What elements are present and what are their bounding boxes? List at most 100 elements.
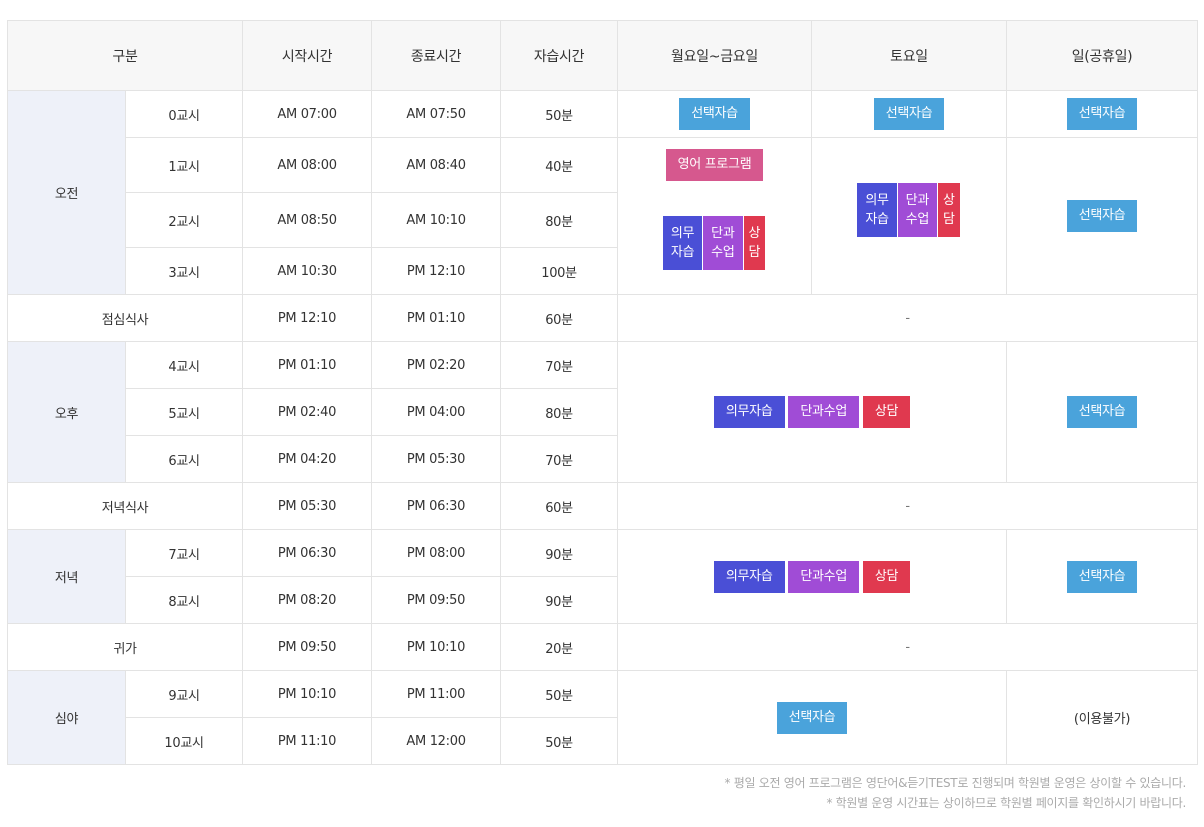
period-cell: 9교시 <box>124 670 244 718</box>
start-cell: PM 09:50 <box>242 623 373 671</box>
period-cell: 7교시 <box>124 529 244 577</box>
period-cell: 3교시 <box>124 247 244 295</box>
study-cell: 80분 <box>500 192 619 248</box>
end-cell: AM 10:10 <box>371 192 502 248</box>
end-cell: AM 07:50 <box>371 90 502 138</box>
mandatory-study-badge: 의무자습 <box>713 560 785 593</box>
end-cell: PM 12:10 <box>371 247 502 295</box>
header-start-time: 시작시간 <box>242 20 373 91</box>
consult-badge: 상담 <box>862 396 911 428</box>
end-cell: PM 08:00 <box>371 529 502 577</box>
start-cell: PM 01:10 <box>242 341 373 389</box>
mandatory-study-badge: 의무 자습 <box>662 216 703 271</box>
weekday-cell: 의무 자습단과 수업상 담 <box>617 192 813 295</box>
table-row: 저녁식사 PM 05:30 PM 06:30 60분 - <box>6 482 1199 530</box>
end-cell: PM 09:50 <box>371 576 502 624</box>
start-cell: AM 07:00 <box>242 90 373 138</box>
consult-badge: 상 담 <box>743 216 766 271</box>
weekday-program-stack: 의무 자습단과 수업상 담 <box>662 216 766 271</box>
elective-badge: 선택자습 <box>776 701 848 734</box>
sunday-cell: 선택자습 <box>1006 529 1199 624</box>
study-cell: 70분 <box>500 341 619 389</box>
start-cell: PM 08:20 <box>242 576 373 624</box>
period-cell: 0교시 <box>124 90 244 138</box>
study-cell: 90분 <box>500 529 619 577</box>
single-class-badge: 단과수업 <box>788 396 859 428</box>
sunday-cell: 선택자습 <box>1006 341 1199 483</box>
weekday-cell: 영어 프로그램 <box>617 137 813 193</box>
consult-badge: 상 담 <box>938 183 960 237</box>
weekday-cell: 선택자습 <box>617 90 813 138</box>
weekday-saturday-cell: 의무자습 단과수업 상담 <box>617 341 1008 483</box>
single-class-badge: 단과 수업 <box>897 183 937 237</box>
period-cell: 2교시 <box>124 192 244 248</box>
end-cell: PM 10:10 <box>371 623 502 671</box>
saturday-program-stack: 의무 자습단과 수업상 담 <box>857 183 960 237</box>
schedule-page: { "headers": ["구분", "시작시간", "종료시간", "자습시… <box>0 0 1204 827</box>
end-cell: PM 02:20 <box>371 341 502 389</box>
study-cell: 60분 <box>500 294 619 342</box>
table-row: 귀가 PM 09:50 PM 10:10 20분 - <box>6 623 1199 671</box>
end-cell: PM 06:30 <box>371 482 502 530</box>
start-cell: AM 10:30 <box>242 247 373 295</box>
elective-badge: 선택자습 <box>1066 396 1138 428</box>
end-cell: AM 12:00 <box>371 717 502 765</box>
elective-badge: 선택자습 <box>1066 560 1138 593</box>
footnote: * 평일 오전 영어 프로그램은 영단어&듣기TEST로 진행되며 학원별 운영… <box>724 776 1187 790</box>
period-cell: 1교시 <box>124 137 244 193</box>
table-row: 1교시 AM 08:00 AM 08:40 40분 영어 프로그램 의무 자습단… <box>8 137 1199 295</box>
start-cell: PM 10:10 <box>242 670 373 718</box>
group-evening: 저녁 <box>7 529 126 624</box>
study-cell: 60분 <box>500 482 619 530</box>
saturday-cell: 선택자습 <box>811 90 1008 138</box>
elective-badge: 선택자습 <box>1066 98 1138 130</box>
table-row: 오전 0교시 AM 07:00 AM 07:50 50분 선택자습 선택자습 선… <box>7 90 1199 295</box>
group-night: 심야 <box>7 670 126 765</box>
end-cell: AM 08:40 <box>371 137 502 193</box>
footnotes: * 평일 오전 영어 프로그램은 영단어&듣기TEST로 진행되며 학원별 운영… <box>725 773 1187 813</box>
table-row: 심야 9교시 PM 10:10 PM 11:00 50분 선택자습 (이용불가) <box>7 670 1199 765</box>
start-cell: PM 04:20 <box>242 435 373 483</box>
weekday-saturday-cell: 의무자습 단과수업 상담 <box>617 529 1008 624</box>
period-cell: 4교시 <box>124 341 244 389</box>
study-cell: 80분 <box>500 388 619 436</box>
end-cell: PM 01:10 <box>371 294 502 342</box>
table-row: 오후 4교시 PM 01:10 PM 02:20 70분 의무자습 단과수업 상… <box>7 341 1199 483</box>
period-cell: 점심식사 <box>6 294 244 342</box>
footnote: * 학원별 운영 시간표는 상이하므로 학원별 페이지를 확인하시기 바랍니다. <box>826 796 1186 810</box>
start-cell: AM 08:00 <box>242 137 373 193</box>
schedule-table: 구분 시작시간 종료시간 자습시간 월요일~금요일 토요일 일(공휴일) 오전 … <box>6 20 1199 765</box>
header-end-time: 종료시간 <box>371 20 502 91</box>
period-cell: 5교시 <box>124 388 244 436</box>
table-row: 점심식사 PM 12:10 PM 01:10 60분 - <box>6 294 1199 342</box>
start-cell: AM 08:50 <box>242 192 373 248</box>
study-cell: 40분 <box>500 137 619 193</box>
study-cell: 50분 <box>500 90 619 138</box>
start-cell: PM 06:30 <box>242 529 373 577</box>
schedule-dash: - <box>617 623 1199 671</box>
english-program-badge: 영어 프로그램 <box>665 149 764 182</box>
header-weekday: 월요일~금요일 <box>617 20 813 91</box>
end-cell: PM 04:00 <box>371 388 502 436</box>
elective-badge: 선택자습 <box>1066 200 1138 232</box>
study-cell: 70분 <box>500 435 619 483</box>
period-cell: 10교시 <box>124 717 244 765</box>
study-cell: 100분 <box>500 247 619 295</box>
start-cell: PM 12:10 <box>242 294 373 342</box>
group-morning: 오전 <box>7 90 126 295</box>
single-class-badge: 단과수업 <box>788 560 859 593</box>
sunday-cell: 선택자습 <box>1006 90 1199 138</box>
header-study-time: 자습시간 <box>500 20 619 91</box>
mandatory-study-badge: 의무 자습 <box>857 183 897 237</box>
group-afternoon: 오후 <box>7 341 126 483</box>
mandatory-study-badge: 의무자습 <box>713 396 785 428</box>
single-class-badge: 단과 수업 <box>703 216 743 271</box>
header-saturday: 토요일 <box>811 20 1008 91</box>
elective-badge: 선택자습 <box>679 98 750 130</box>
study-cell: 20분 <box>500 623 619 671</box>
period-cell: 8교시 <box>124 576 244 624</box>
study-cell: 50분 <box>500 717 619 765</box>
end-cell: PM 05:30 <box>371 435 502 483</box>
end-cell: PM 11:00 <box>371 670 502 718</box>
consult-badge: 상담 <box>862 560 911 593</box>
